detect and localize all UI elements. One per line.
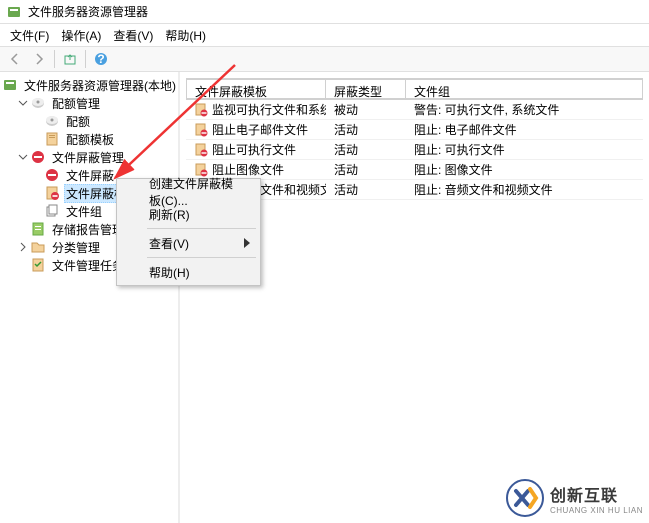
tree-root-label: 文件服务器资源管理器(本地)	[22, 76, 178, 95]
context-menu-refresh[interactable]: 刷新(R)	[119, 203, 258, 225]
splitter[interactable]	[175, 72, 178, 523]
context-menu-separator	[147, 228, 256, 229]
cell-type: 活动	[326, 139, 406, 160]
list-header: 文件屏蔽模板 屏蔽类型 文件组	[186, 78, 643, 100]
disk-icon	[44, 113, 60, 129]
tree-label: 文件管理任务	[50, 256, 126, 275]
files-icon	[44, 203, 60, 219]
context-menu-separator	[147, 257, 256, 258]
tree-label: 配额	[64, 112, 92, 131]
table-row[interactable]: 阻止图像文件 活动 阻止: 图像文件	[186, 160, 643, 180]
menubar: 文件(F) 操作(A) 查看(V) 帮助(H)	[0, 24, 649, 46]
cell-group: 阻止: 音频文件和视频文件	[406, 179, 643, 200]
tree-node-quota[interactable]: 配额	[0, 112, 178, 130]
tree-label: 分类管理	[50, 238, 102, 257]
cm-label: 帮助(H)	[149, 264, 190, 281]
spacer	[30, 168, 44, 182]
window-title: 文件服务器资源管理器	[28, 3, 148, 20]
shield-icon	[44, 167, 60, 183]
toolbar-help-button[interactable]: ?	[90, 48, 112, 70]
template-icon	[194, 143, 208, 157]
context-menu-create-template[interactable]: 创建文件屏蔽模板(C)...	[119, 181, 258, 203]
cell-name: 阻止可执行文件	[212, 141, 296, 158]
toolbar-up-button[interactable]	[59, 48, 81, 70]
context-menu-help[interactable]: 帮助(H)	[119, 261, 258, 283]
template-icon	[44, 131, 60, 147]
list-panel: 文件屏蔽模板 屏蔽类型 文件组 监视可执行文件和系统文件 被动 警告: 可执行文…	[180, 72, 649, 523]
server-icon	[2, 77, 18, 93]
spacer	[30, 186, 44, 200]
expander-open-icon[interactable]	[16, 96, 30, 110]
cell-type: 活动	[326, 179, 406, 200]
tree-label: 文件屏蔽管理	[50, 148, 126, 167]
watermark-logo-icon	[506, 479, 544, 517]
menu-file[interactable]: 文件(F)	[4, 25, 55, 46]
cell-name: 监视可执行文件和系统文件	[212, 101, 326, 118]
menu-view[interactable]: 查看(V)	[107, 25, 159, 46]
cell-name: 阻止电子邮件文件	[212, 121, 308, 138]
context-menu: 创建文件屏蔽模板(C)... 刷新(R) 查看(V) 帮助(H)	[116, 178, 261, 286]
template-icon	[194, 123, 208, 137]
spacer	[16, 258, 30, 272]
report-icon	[30, 221, 46, 237]
tree-label: 存储报告管理	[50, 220, 126, 239]
spacer	[30, 114, 44, 128]
toolbar-separator	[54, 50, 55, 68]
column-header-type[interactable]: 屏蔽类型	[326, 79, 406, 99]
cell-group: 阻止: 图像文件	[406, 159, 643, 180]
table-row[interactable]: 阻止可执行文件 活动 阻止: 可执行文件	[186, 140, 643, 160]
table-row[interactable]: 监视可执行文件和系统文件 被动 警告: 可执行文件, 系统文件	[186, 100, 643, 120]
tree-label: 文件组	[64, 202, 104, 221]
table-row[interactable]: 阻止电子邮件文件 活动 阻止: 电子邮件文件	[186, 120, 643, 140]
watermark: 创新互联 CHUANG XIN HU LIAN	[506, 479, 643, 517]
cell-type: 活动	[326, 119, 406, 140]
expander-closed-icon[interactable]	[16, 240, 30, 254]
cell-group: 阻止: 可执行文件	[406, 139, 643, 160]
tree-panel: 文件服务器资源管理器(本地) 配额管理 配额 配额模板 文件屏蔽管理 文件屏蔽	[0, 72, 180, 523]
cm-label: 查看(V)	[149, 235, 189, 252]
watermark-cn: 创新互联	[550, 482, 643, 506]
tree-label: 配额模板	[64, 130, 116, 149]
folder-icon	[30, 239, 46, 255]
menu-action[interactable]: 操作(A)	[55, 25, 107, 46]
tree-label: 文件屏蔽	[64, 166, 116, 185]
toolbar-separator	[85, 50, 86, 68]
context-menu-view[interactable]: 查看(V)	[119, 232, 258, 254]
toolbar-back-button[interactable]	[4, 48, 26, 70]
submenu-arrow-icon	[244, 238, 250, 248]
menu-help[interactable]: 帮助(H)	[159, 25, 212, 46]
cell-type: 活动	[326, 159, 406, 180]
tree-node-quota-mgmt[interactable]: 配额管理	[0, 94, 178, 112]
toolbar: ?	[0, 46, 649, 72]
tree-node-file-screen-mgmt[interactable]: 文件屏蔽管理	[0, 148, 178, 166]
spacer	[16, 222, 30, 236]
spacer	[30, 132, 44, 146]
cell-group: 阻止: 电子邮件文件	[406, 119, 643, 140]
shield-icon	[30, 149, 46, 165]
tree-label: 配额管理	[50, 94, 102, 113]
column-header-name[interactable]: 文件屏蔽模板	[186, 79, 326, 99]
watermark-en: CHUANG XIN HU LIAN	[550, 506, 643, 515]
template-icon	[44, 185, 60, 201]
watermark-text: 创新互联 CHUANG XIN HU LIAN	[550, 482, 643, 515]
disk-icon	[30, 95, 46, 111]
toolbar-forward-button[interactable]	[28, 48, 50, 70]
main-area: 文件服务器资源管理器(本地) 配额管理 配额 配额模板 文件屏蔽管理 文件屏蔽	[0, 72, 649, 523]
cell-group: 警告: 可执行文件, 系统文件	[406, 99, 643, 120]
cell-type: 被动	[326, 99, 406, 120]
spacer	[30, 204, 44, 218]
tree-root[interactable]: 文件服务器资源管理器(本地)	[0, 76, 178, 94]
cm-label: 刷新(R)	[149, 206, 190, 223]
app-icon	[6, 4, 22, 20]
task-icon	[30, 257, 46, 273]
template-icon	[194, 103, 208, 117]
svg-text:?: ?	[97, 52, 104, 66]
tree-node-quota-template[interactable]: 配额模板	[0, 130, 178, 148]
column-header-group[interactable]: 文件组	[406, 79, 643, 99]
titlebar: 文件服务器资源管理器	[0, 0, 649, 24]
expander-open-icon[interactable]	[16, 150, 30, 164]
